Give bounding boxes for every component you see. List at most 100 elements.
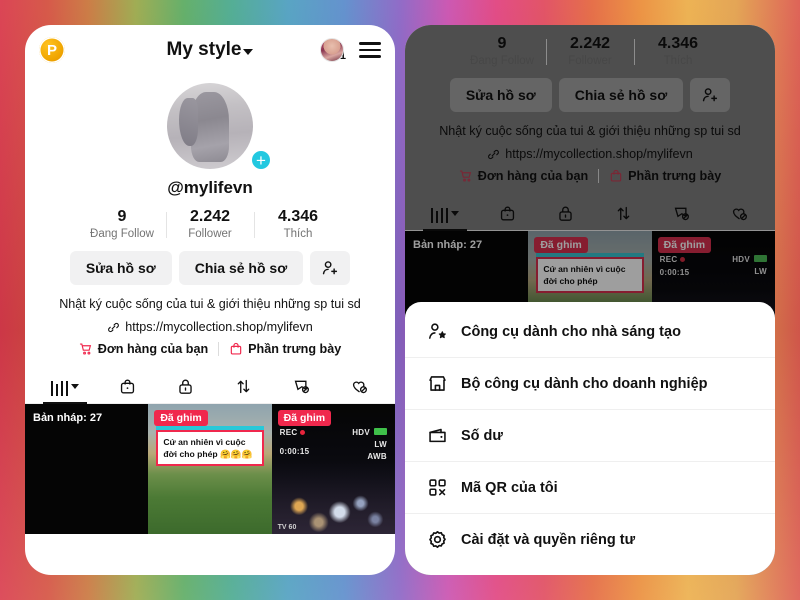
showcase-link[interactable]: Phần trưng bày — [229, 342, 341, 356]
menu-item-label: Mã QR của tôi — [461, 479, 558, 496]
menu-item-balance[interactable]: Số dư — [405, 409, 775, 461]
profile-handle: @mylifevn — [167, 178, 253, 197]
chevron-down-icon[interactable] — [243, 48, 254, 55]
menu-item-label: Bộ công cụ dành cho doanh nghiệp — [461, 375, 708, 392]
menu-item-label: Công cụ dành cho nhà sáng tạo — [461, 323, 681, 340]
thumbnail-pinned-2[interactable]: Đã ghim REC HDV 0:00:15 LW AWB TV 60 — [271, 404, 395, 534]
lock-icon — [559, 206, 572, 221]
stat-following[interactable]: 9 Đang Follow — [458, 35, 546, 67]
profile-link-row[interactable]: https://mycollection.shop/mylifevn — [405, 147, 775, 161]
stat-followers[interactable]: 2.242 Follower — [546, 35, 634, 67]
lw-label: LW — [754, 267, 767, 276]
orders-link-label: Đơn hàng của bạn — [97, 342, 209, 356]
stat-following[interactable]: 9 Đang Follow — [78, 208, 166, 240]
battery-icon — [373, 428, 387, 435]
shopping-cart-icon — [79, 343, 91, 355]
hamburger-menu-icon[interactable] — [359, 42, 381, 58]
shopping-bag-icon — [610, 169, 622, 182]
sidebar-item-shop-tab[interactable] — [498, 204, 517, 230]
recording-dot-icon — [300, 430, 306, 435]
profile-avatar[interactable] — [167, 83, 253, 169]
add-person-button[interactable] — [690, 78, 731, 112]
qr-code-icon — [429, 479, 446, 496]
showcase-link-label: Phần trưng bày — [628, 169, 722, 183]
sidebar-item-saved-tab[interactable] — [292, 377, 311, 403]
sidebar-item-grid-tab[interactable] — [422, 208, 467, 231]
awb-label: AWB — [367, 452, 387, 461]
thumbnail-pinned-1[interactable]: Đã ghim Cứ an nhiên vì cuộc đời cho phép… — [148, 404, 272, 534]
notification-avatar[interactable]: 1 — [319, 38, 346, 62]
sidebar-item-saved-tab[interactable] — [672, 204, 691, 230]
thumbnail-drafts[interactable]: Bản nháp: 27 — [25, 404, 149, 534]
battery-icon — [753, 255, 767, 262]
bottom-sheet-menu: Công cụ dành cho nhà sáng tạo Bộ công cụ… — [405, 302, 775, 575]
tv-label: TV 60 — [277, 524, 297, 531]
stat-value: 4.346 — [657, 35, 699, 52]
rec-timecode: 0:00:15 — [659, 267, 690, 277]
profile-bio: Nhật ký cuộc sống của tui & giới thiệu n… — [59, 297, 361, 311]
add-person-button[interactable] — [310, 251, 351, 285]
share-profile-button[interactable]: Chia sẻ hồ sơ — [558, 78, 684, 112]
grid-bars-icon — [430, 208, 449, 223]
gear-icon — [429, 530, 446, 549]
orders-link[interactable]: Đơn hàng của bạn — [459, 169, 588, 183]
wallet-icon — [429, 428, 446, 443]
menu-item-settings-privacy[interactable]: Cài đặt và quyền riêng tư — [405, 513, 775, 565]
points-badge-icon[interactable]: P — [39, 37, 65, 63]
stat-label: Đang Follow — [470, 55, 534, 67]
sidebar-item-private-tab[interactable] — [176, 377, 195, 403]
pinned-badge: Đã ghim — [277, 410, 332, 426]
orders-link[interactable]: Đơn hàng của bạn — [79, 342, 208, 356]
link-icon — [108, 322, 120, 332]
right-phone-screen: 9 Đang Follow 2.242 Follower 4.346 Thích… — [405, 25, 775, 575]
edit-profile-button[interactable]: Sửa hồ sơ — [449, 78, 552, 112]
repost-arrows-icon — [237, 379, 250, 394]
sidebar-item-liked-tab[interactable] — [730, 204, 749, 230]
sidebar-item-repost-tab[interactable] — [614, 204, 633, 230]
menu-item-creator-tools[interactable]: Công cụ dành cho nhà sáng tạo — [405, 306, 775, 357]
edit-profile-button[interactable]: Sửa hồ sơ — [69, 251, 172, 285]
sidebar-item-shop-tab[interactable] — [118, 377, 137, 403]
stat-value: 4.346 — [277, 208, 319, 225]
thumbnail-caption: Cứ an nhiên vì cuộc đời cho phép 🤗🤗🤗 — [156, 425, 264, 467]
share-profile-button[interactable]: Chia sẻ hồ sơ — [178, 251, 304, 285]
sidebar-item-grid-tab[interactable] — [42, 381, 87, 404]
menu-item-label: Số dư — [461, 427, 503, 444]
rec-label: REC — [279, 428, 298, 437]
stat-label: Thích — [663, 55, 693, 67]
menu-item-business-suite[interactable]: Bộ công cụ dành cho doanh nghiệp — [405, 357, 775, 409]
shopping-bag-icon — [500, 206, 515, 221]
stat-likes[interactable]: 4.346 Thích — [254, 208, 342, 240]
orders-link-label: Đơn hàng của bạn — [477, 169, 589, 183]
chevron-down-icon — [71, 384, 80, 389]
stat-likes[interactable]: 4.346 Thích — [634, 35, 722, 67]
rec-timecode: 0:00:15 — [279, 446, 310, 456]
heart-hidden-icon — [733, 208, 748, 221]
sidebar-item-repost-tab[interactable] — [234, 377, 253, 403]
person-star-icon — [429, 323, 446, 339]
shop-links-row: Đơn hàng của bạn Phần trưng bày — [25, 342, 395, 356]
profile-stats: 9 Đang Follow 2.242 Follower 4.346 Thích — [25, 208, 395, 240]
showcase-link[interactable]: Phần trưng bày — [609, 169, 721, 183]
stat-label: Thích — [283, 228, 313, 240]
sidebar-item-liked-tab[interactable] — [350, 377, 369, 403]
profile-bio: Nhật ký cuộc sống của tui & giới thiệu n… — [439, 124, 741, 138]
add-person-icon — [702, 88, 718, 102]
profile-action-buttons: Sửa hồ sơ Chia sẻ hồ sơ — [405, 78, 775, 112]
shop-links-row: Đơn hàng của bạn Phần trưng bày — [405, 169, 775, 183]
rec-label: REC — [659, 255, 678, 264]
repost-arrows-icon — [617, 206, 630, 221]
menu-item-label: Cài đặt và quyền riêng tư — [461, 531, 636, 548]
heart-hidden-icon — [353, 381, 368, 394]
video-thumbnail-grid: Bản nháp: 27 Đã ghim Cứ an nhiên vì cuộc… — [25, 404, 395, 534]
sidebar-item-private-tab[interactable] — [556, 204, 575, 230]
hdv-label: HDV — [352, 428, 370, 437]
camera-bottom-bar: TV 60 — [278, 524, 389, 531]
add-profile-button[interactable]: + — [250, 149, 272, 171]
stat-value: 9 — [117, 208, 127, 225]
shopping-cart-icon — [459, 170, 471, 182]
profile-link-row[interactable]: https://mycollection.shop/mylifevn — [25, 320, 395, 334]
add-person-icon — [322, 261, 338, 275]
menu-item-my-qr-code[interactable]: Mã QR của tôi — [405, 461, 775, 513]
stat-followers[interactable]: 2.242 Follower — [166, 208, 254, 240]
